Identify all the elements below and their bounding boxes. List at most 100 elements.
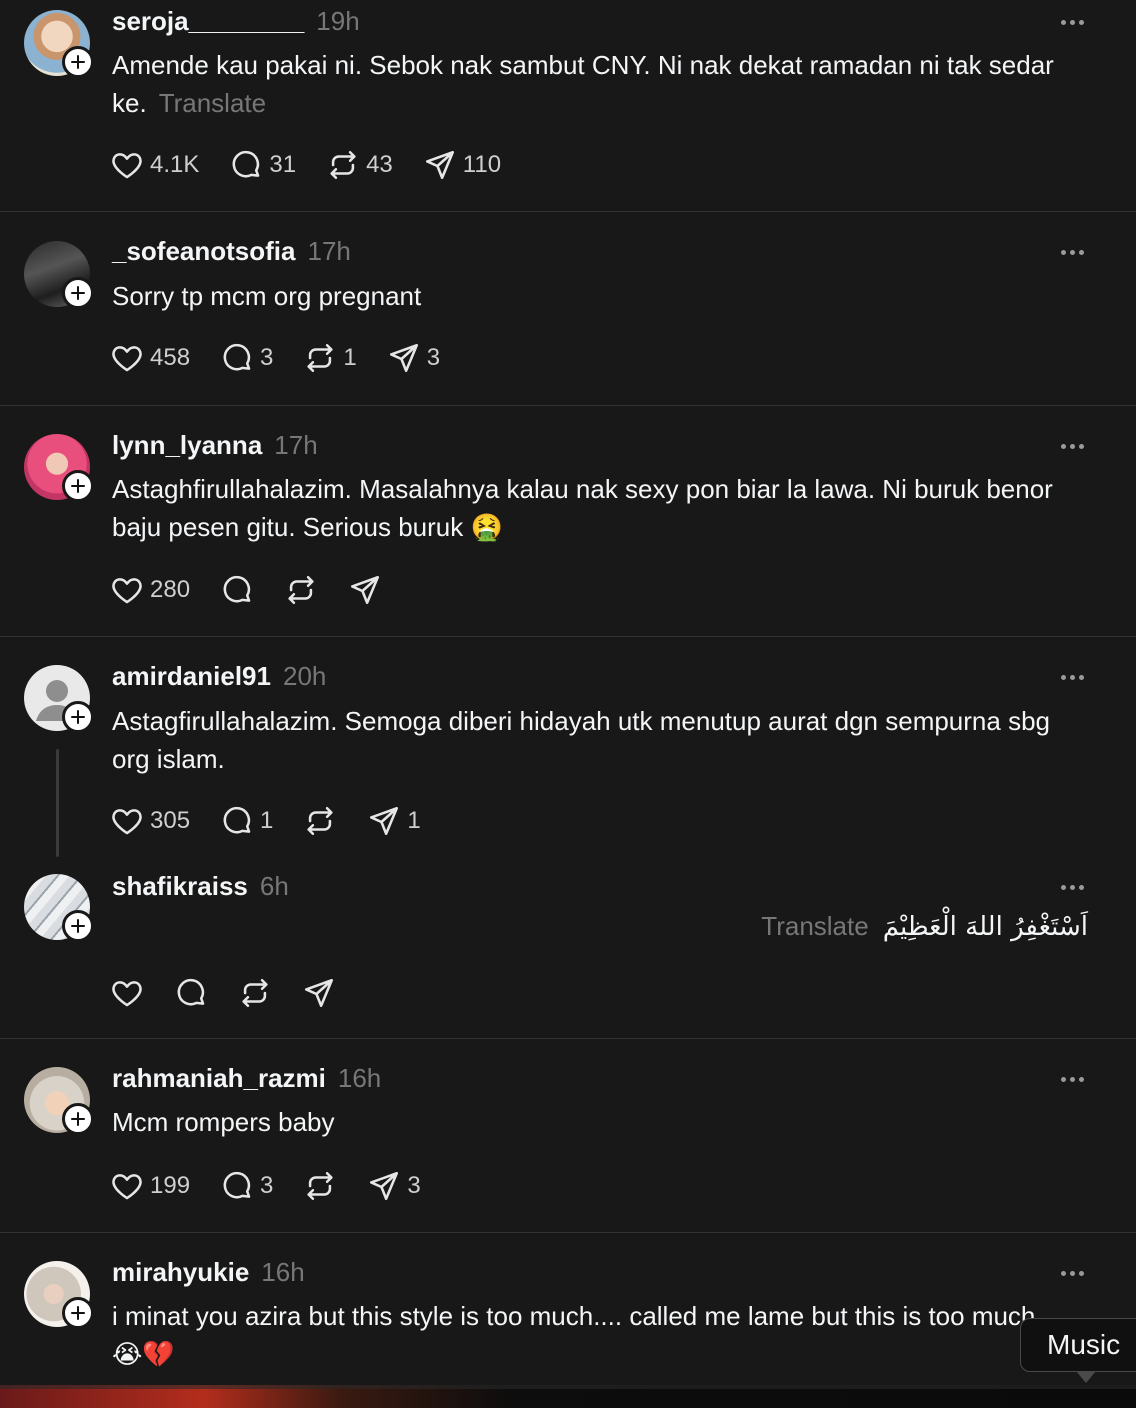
username[interactable]: _sofeanotsofia <box>112 236 296 267</box>
comment-icon <box>223 1171 251 1199</box>
follow-plus-icon[interactable] <box>62 910 94 942</box>
username[interactable]: rahmaniah_razmi <box>112 1063 326 1094</box>
reply-button[interactable]: 3 <box>220 1166 273 1206</box>
like-count: 305 <box>150 807 191 834</box>
comment-icon <box>223 343 251 371</box>
share-button[interactable]: 3 <box>387 338 440 378</box>
follow-plus-icon[interactable] <box>62 277 94 309</box>
username[interactable]: seroja________ <box>112 6 304 37</box>
reply-button[interactable] <box>220 570 254 610</box>
action-bar: 280 <box>110 570 412 610</box>
like-count: 280 <box>150 576 191 603</box>
more-dots-icon[interactable] <box>1056 877 1088 897</box>
reply-button[interactable] <box>174 973 208 1013</box>
more-dots-icon[interactable] <box>1056 12 1088 32</box>
share-button[interactable]: 110 <box>423 145 501 185</box>
reply-button[interactable]: 3 <box>220 338 273 378</box>
more-dots-icon[interactable] <box>1056 1069 1088 1089</box>
more-dots-icon[interactable] <box>1056 667 1088 687</box>
heart-icon <box>112 578 142 604</box>
action-bar: 4.1K 31 43 110 <box>110 145 531 185</box>
like-button[interactable]: 458 <box>110 338 190 378</box>
follow-plus-icon[interactable] <box>62 46 94 78</box>
username[interactable]: lynn_lyanna <box>112 430 262 461</box>
like-button[interactable] <box>110 973 144 1013</box>
reply-count: 1 <box>260 807 274 834</box>
send-icon <box>425 150 454 180</box>
more-dots-icon[interactable] <box>1056 1263 1088 1283</box>
repost-button[interactable]: 1 <box>303 338 357 378</box>
reply-post: _sofeanotsofia 17h Sorry tp mcm org preg… <box>0 212 1136 406</box>
reply-post: seroja________ 19h Amende kau pakai ni. … <box>0 0 1136 212</box>
comment-icon <box>223 575 251 603</box>
translate-link[interactable]: Translate <box>159 88 266 118</box>
timestamp: 16h <box>337 1063 382 1093</box>
like-count: 4.1K <box>150 151 200 178</box>
username[interactable]: amirdaniel91 <box>112 661 271 692</box>
like-button[interactable]: 305 <box>110 801 190 841</box>
post-text: i minat you azira but this style is too … <box>112 1301 1036 1369</box>
repost-icon <box>307 343 334 373</box>
translate-link[interactable]: Translate <box>761 911 868 942</box>
reply-post: amirdaniel91 20h Astagfirullahalazim. Se… <box>0 637 1136 861</box>
like-button[interactable]: 199 <box>110 1166 190 1206</box>
action-bar: 305 1 1 <box>110 801 451 841</box>
repost-button[interactable]: 43 <box>326 145 393 185</box>
action-bar: 458 3 1 3 <box>110 338 470 378</box>
more-dots-icon[interactable] <box>1056 242 1088 262</box>
repost-button[interactable] <box>284 570 318 610</box>
comment-icon <box>223 806 251 834</box>
follow-plus-icon[interactable] <box>62 470 94 502</box>
reply-post: shafikraiss 6h Translate اَسْتَغْفِرُ ال… <box>0 861 1136 1039</box>
timestamp: 19h <box>316 6 360 36</box>
repost-icon <box>307 1171 334 1201</box>
action-bar <box>110 973 366 1013</box>
thread-line <box>56 749 59 857</box>
follow-plus-icon[interactable] <box>62 1103 94 1135</box>
repost-button[interactable] <box>303 1166 337 1206</box>
send-icon <box>370 1171 399 1201</box>
reply-button[interactable]: 31 <box>229 145 296 185</box>
timestamp: 20h <box>282 661 327 691</box>
reply-post: rahmaniah_razmi 16h Mcm rompers baby 199… <box>0 1039 1136 1233</box>
post-text: Astaghfirullahalazim. Masalahnya kalau n… <box>112 474 1053 542</box>
post-text: اَسْتَغْفِرُ اللهَ الْعَظِيْمَ <box>882 911 1088 942</box>
like-button[interactable]: 4.1K <box>110 145 199 185</box>
share-count: 3 <box>407 1172 421 1199</box>
repost-count: 1 <box>343 344 357 371</box>
heart-icon <box>112 1174 142 1200</box>
send-icon <box>370 806 399 836</box>
post-text: Sorry tp mcm org pregnant <box>112 281 422 311</box>
heart-icon <box>112 809 142 835</box>
post-text: Astagfirullahalazim. Semoga diberi hiday… <box>112 706 1050 774</box>
share-count: 110 <box>462 151 502 178</box>
share-button[interactable] <box>348 570 382 610</box>
timestamp: 6h <box>259 871 289 901</box>
like-button[interactable]: 280 <box>110 570 190 610</box>
repost-button[interactable] <box>238 973 272 1013</box>
username[interactable]: shafikraiss <box>112 871 248 902</box>
repost-icon <box>330 150 356 180</box>
heart-icon <box>112 346 142 372</box>
repost-icon <box>288 575 314 605</box>
follow-plus-icon[interactable] <box>62 701 94 733</box>
send-icon <box>304 978 334 1008</box>
music-tooltip: Music <box>1020 1318 1136 1372</box>
reply-post: mirahyukie 16h i minat you azira but thi… <box>0 1233 1136 1385</box>
username[interactable]: mirahyukie <box>112 1257 249 1288</box>
send-icon <box>351 575 380 605</box>
replies-feed: seroja________ 19h Amende kau pakai ni. … <box>0 0 1136 1385</box>
comment-icon <box>232 150 260 178</box>
repost-button[interactable] <box>303 801 337 841</box>
more-dots-icon[interactable] <box>1056 436 1088 456</box>
reply-count: 31 <box>269 151 297 178</box>
share-button[interactable]: 1 <box>367 801 421 841</box>
share-button[interactable]: 3 <box>367 1166 421 1206</box>
reply-button[interactable]: 1 <box>220 801 273 841</box>
heart-icon <box>112 981 142 1007</box>
post-text: Mcm rompers baby <box>112 1107 335 1137</box>
repost-icon <box>307 806 334 836</box>
share-button[interactable] <box>302 973 336 1013</box>
follow-plus-icon[interactable] <box>62 1297 94 1329</box>
post-text: Amende kau pakai ni. Sebok nak sambut CN… <box>112 46 1072 122</box>
